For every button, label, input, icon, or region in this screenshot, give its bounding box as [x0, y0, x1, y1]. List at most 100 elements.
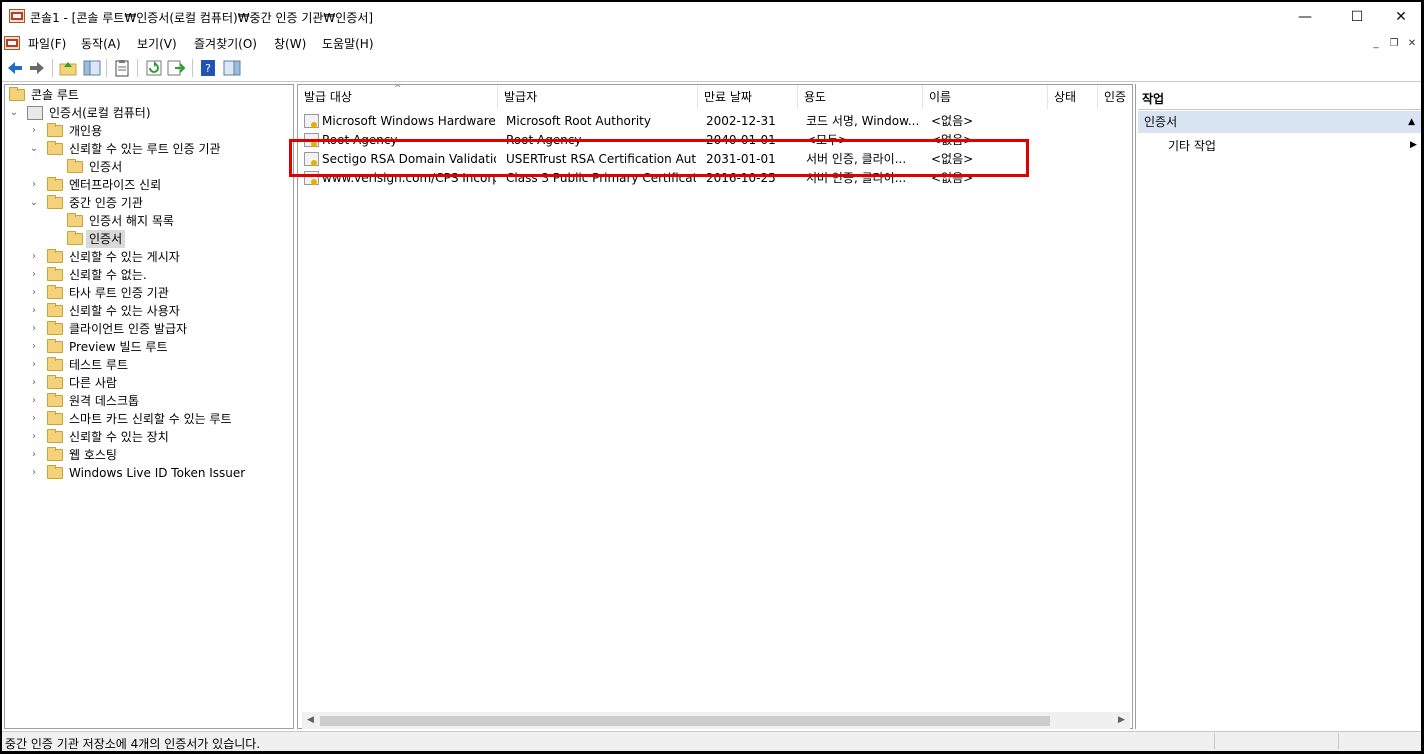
folder-icon	[9, 87, 25, 101]
mdi-close-button[interactable]: ✕	[1404, 36, 1420, 52]
chevron-down-icon[interactable]: ⌄	[29, 194, 39, 212]
toolbar-separator	[106, 59, 107, 77]
horizontal-scrollbar-thumb[interactable]	[320, 716, 1050, 726]
folder-icon	[47, 393, 63, 407]
chevron-right-icon[interactable]: ›	[29, 248, 39, 266]
minimize-button[interactable]: —	[1282, 2, 1328, 32]
table-row[interactable]: Microsoft Windows Hardware ... Microsoft…	[298, 112, 1128, 131]
folder-icon	[47, 267, 63, 281]
forward-arrow-icon[interactable]	[27, 58, 47, 78]
status-separator	[1214, 733, 1215, 749]
column-header-expiration[interactable]: 만료 날짜	[698, 85, 798, 109]
folder-icon	[47, 339, 63, 353]
chevron-right-icon[interactable]: ›	[29, 374, 39, 392]
mmc-document-icon[interactable]	[4, 36, 20, 50]
folder-icon	[47, 177, 63, 191]
chevron-right-icon[interactable]: ›	[29, 320, 39, 338]
chevron-right-icon[interactable]: ›	[29, 122, 39, 140]
chevron-right-icon[interactable]: ›	[29, 284, 39, 302]
action-group-label: 인증서	[1144, 115, 1178, 129]
menu-view[interactable]: 보기(V)	[137, 35, 177, 52]
chevron-right-icon[interactable]: ›	[29, 464, 39, 482]
chevron-right-icon[interactable]: ›	[29, 428, 39, 446]
maximize-button[interactable]: ☐	[1334, 2, 1380, 32]
back-arrow-icon[interactable]	[5, 58, 25, 78]
folder-icon	[47, 303, 63, 317]
window-title: 콘솔1 - [콘솔 루트₩인증서(로컬 컴퓨터)₩중간 인증 기관₩인증서]	[30, 11, 374, 25]
folder-icon	[47, 321, 63, 335]
folder-icon	[67, 159, 83, 173]
mdi-minimize-button[interactable]: _	[1368, 36, 1384, 52]
menu-favorites[interactable]: 즐겨찾기(O)	[194, 35, 257, 52]
chevron-right-icon[interactable]: ›	[29, 302, 39, 320]
certificate-store-icon	[27, 106, 43, 120]
console-tree-pane[interactable]: 콘솔 루트 ⌄ 인증서(로컬 컴퓨터) › 개인용 ⌄ 신뢰할 수 있는 루트 …	[4, 84, 294, 729]
certificate-icon	[304, 133, 319, 147]
chevron-down-icon[interactable]: ⌄	[9, 104, 19, 122]
certificate-icon	[304, 114, 319, 128]
show-hide-tree-icon[interactable]	[82, 58, 102, 78]
chevron-down-icon[interactable]: ⌄	[29, 140, 39, 158]
column-header-status[interactable]: 상태	[1048, 85, 1098, 109]
folder-icon	[47, 285, 63, 299]
mdi-restore-button[interactable]: ❐	[1386, 36, 1402, 52]
menu-window[interactable]: 창(W)	[274, 35, 306, 52]
table-row[interactable]: www.verisign.com/CPS Incorp... Class 3 P…	[298, 169, 1128, 188]
certificate-list-pane[interactable]: 발급 대상 ^ 발급자 만료 날짜 용도 이름 상태 인증 Microsoft …	[297, 84, 1133, 729]
folder-icon	[47, 429, 63, 443]
folder-icon	[47, 249, 63, 263]
column-header-friendly-name[interactable]: 이름	[923, 85, 1048, 109]
chevron-right-icon[interactable]: ›	[29, 392, 39, 410]
chevron-right-icon[interactable]: ›	[29, 176, 39, 194]
folder-icon	[47, 375, 63, 389]
up-folder-icon[interactable]	[58, 58, 78, 78]
menu-action[interactable]: 동작(A)	[81, 35, 121, 52]
menu-file[interactable]: 파일(F)	[28, 35, 66, 52]
toolbar-separator	[192, 59, 193, 77]
folder-open-icon	[67, 231, 83, 245]
column-header-issued-by[interactable]: 발급자	[498, 85, 698, 109]
column-header-purposes[interactable]: 용도	[798, 85, 923, 109]
scroll-left-arrow-icon[interactable]: ◀	[302, 712, 319, 729]
clipboard-icon[interactable]	[112, 58, 132, 78]
chevron-right-icon[interactable]: ›	[29, 338, 39, 356]
sort-ascending-icon: ^	[394, 84, 402, 94]
export-list-icon[interactable]	[166, 58, 186, 78]
certificate-icon	[304, 171, 319, 185]
help-icon[interactable]: ?	[198, 58, 218, 78]
chevron-right-icon[interactable]: ›	[29, 410, 39, 428]
action-more-actions[interactable]: 기타 작업	[1168, 136, 1216, 156]
folder-icon	[47, 447, 63, 461]
action-group-certificates[interactable]: 인증서 ▲	[1138, 111, 1421, 133]
folder-icon	[47, 357, 63, 371]
mmc-app-icon	[9, 9, 25, 23]
svg-text:?: ?	[205, 62, 211, 75]
action-pane-header: 작업	[1138, 88, 1421, 110]
certificate-icon	[304, 152, 319, 166]
chevron-right-icon[interactable]: ›	[29, 356, 39, 374]
folder-icon	[67, 213, 83, 227]
toolbar-separator	[52, 59, 53, 77]
collapse-up-icon[interactable]: ▲	[1408, 111, 1415, 133]
chevron-right-icon[interactable]: ›	[29, 446, 39, 464]
refresh-icon[interactable]	[144, 58, 164, 78]
chevron-right-icon[interactable]: ›	[29, 266, 39, 284]
menu-help[interactable]: 도움말(H)	[322, 35, 374, 52]
status-text: 중간 인증 기관 저장소에 4개의 인증서가 있습니다.	[5, 737, 261, 751]
status-separator	[1338, 733, 1339, 749]
folder-icon	[47, 411, 63, 425]
folder-icon	[47, 123, 63, 137]
submenu-arrow-icon[interactable]: ▶	[1410, 140, 1417, 150]
action-pane	[1135, 84, 1421, 729]
folder-icon	[47, 465, 63, 479]
table-row[interactable]: Root Agency Root Agency 2040-01-01 <모두> …	[298, 131, 1128, 150]
toolbar-separator	[137, 59, 138, 77]
show-hide-action-pane-icon[interactable]	[222, 58, 242, 78]
mmc-window: 콘솔1 - [콘솔 루트₩인증서(로컬 컴퓨터)₩중간 인증 기관₩인증서] —…	[2, 2, 1421, 751]
folder-icon	[47, 141, 63, 155]
column-header-template[interactable]: 인증	[1098, 85, 1132, 109]
scroll-right-arrow-icon[interactable]: ▶	[1113, 712, 1130, 729]
table-row[interactable]: Sectigo RSA Domain Validatio... USERTrus…	[298, 150, 1128, 169]
folder-icon	[47, 195, 63, 209]
close-button[interactable]: ✕	[1378, 2, 1421, 32]
